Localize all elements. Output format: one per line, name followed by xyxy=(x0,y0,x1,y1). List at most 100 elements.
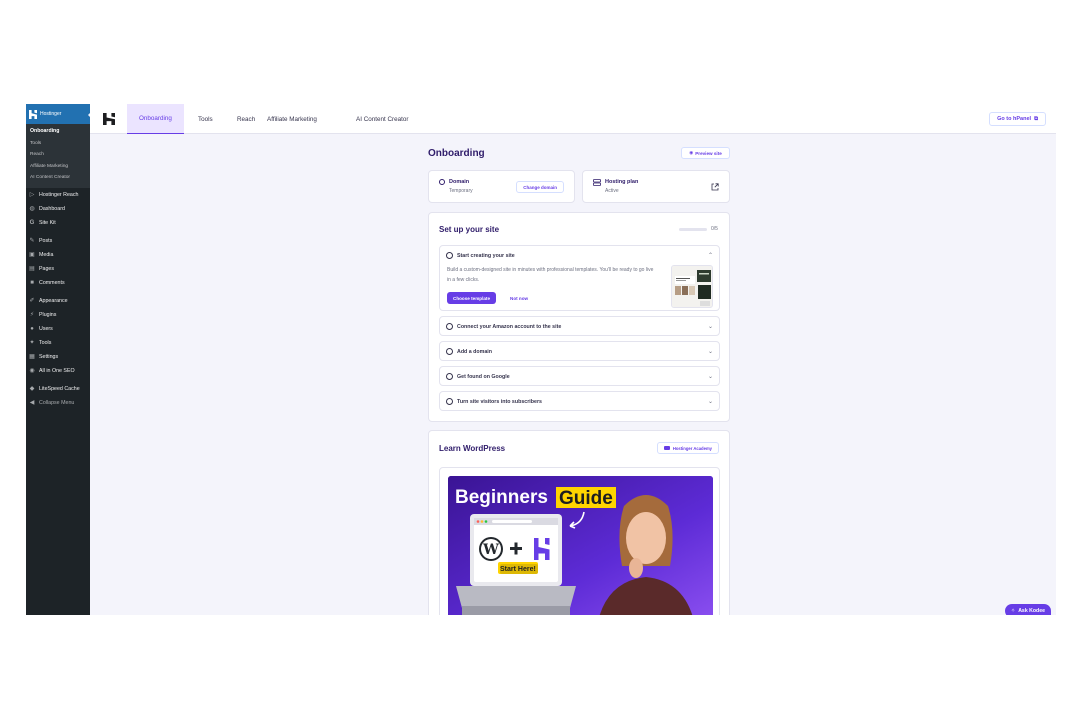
submenu-item-ai-content-creator[interactable]: AI Content Creator xyxy=(26,172,90,184)
domain-label: Domain xyxy=(449,179,470,185)
chevron-down-icon[interactable]: ⌄ xyxy=(708,323,713,330)
domain-card: Domain Temporary Change domain xyxy=(428,170,575,203)
user-icon: ● xyxy=(30,325,34,332)
sidebar-item-label: Plugins xyxy=(39,311,57,318)
sidebar-item-label: Media xyxy=(39,251,54,258)
server-icon xyxy=(593,179,601,186)
globe-icon xyxy=(439,179,445,185)
task-radio-icon[interactable] xyxy=(446,323,453,330)
sidebar-item-litespeed-cache[interactable]: ◆ LiteSpeed Cache xyxy=(26,382,90,396)
tab-affiliate-marketing[interactable]: Affiliate Marketing xyxy=(267,104,317,134)
task-description: Build a custom-designed site in minutes … xyxy=(447,267,654,283)
submenu-item-onboarding[interactable]: Onboarding xyxy=(26,126,90,138)
video-card: W Beginners Guide Start Here! xyxy=(439,467,720,615)
submenu-item-tools[interactable]: Tools xyxy=(26,138,90,150)
sidebar-item-settings[interactable]: ▦ Settings xyxy=(26,350,90,364)
wp-admin-sidebar: Hostinger Onboarding Tools Reach Affilia… xyxy=(26,104,92,615)
eye-icon: ◉ xyxy=(689,150,694,155)
video-thumbnail[interactable]: W Beginners Guide Start Here! xyxy=(448,476,713,615)
tab-reach[interactable]: Reach xyxy=(237,104,255,134)
pages-icon: ▤ xyxy=(29,266,35,272)
hostinger-logo-icon xyxy=(103,113,115,125)
plugin-icon: ⚡ xyxy=(29,312,35,318)
ask-kodee-button[interactable]: ✧ Ask Kodee xyxy=(1004,604,1051,615)
sidebar-item-label: Appearance xyxy=(39,297,68,304)
tab-ai-content-creator[interactable]: AI Content Creator xyxy=(356,104,409,134)
go-to-hpanel-button[interactable]: Go to hPanel ⧉ xyxy=(989,112,1046,126)
sidebar-item-label: Collapse Menu xyxy=(39,399,75,406)
sidebar-item-pages[interactable]: ▤ Pages xyxy=(26,262,90,276)
chevron-down-icon[interactable]: ⌄ xyxy=(708,348,713,355)
sidebar-item-label: Tools xyxy=(39,339,52,346)
task-visitors-subscribers[interactable]: Turn site visitors into subscribers ⌄ xyxy=(439,391,720,411)
task-connect-amazon[interactable]: Connect your Amazon account to the site ⌄ xyxy=(439,316,720,336)
plugin-topbar: Onboarding Tools Reach Affiliate Marketi… xyxy=(90,104,1056,134)
sidebar-item-hostinger-reach[interactable]: ▷ Hostinger Reach xyxy=(26,188,90,202)
app-frame: Hostinger Onboarding Tools Reach Affilia… xyxy=(26,104,1056,615)
hostinger-academy-button[interactable]: Hostinger Academy xyxy=(656,442,719,454)
chevron-down-icon[interactable]: ⌄ xyxy=(708,398,713,405)
collapse-menu-button[interactable]: ◀ Collapse Menu xyxy=(26,396,90,410)
sidebar-item-label: Users xyxy=(39,325,53,332)
external-link-icon[interactable] xyxy=(711,183,719,191)
change-domain-button[interactable]: Change domain xyxy=(516,181,564,193)
setup-site-card: Set up your site 0/5 Start creating your… xyxy=(428,212,730,422)
tab-tools[interactable]: Tools xyxy=(198,104,213,134)
chevron-up-icon[interactable]: ⌃ xyxy=(708,252,713,259)
sidebar-item-users[interactable]: ● Users xyxy=(26,322,90,336)
brush-icon: ✐ xyxy=(29,298,35,304)
start-here-sticker: Start Here! xyxy=(500,566,536,573)
task-radio-icon[interactable] xyxy=(446,373,453,380)
youtube-icon xyxy=(663,446,670,450)
sidebar-item-dashboard[interactable]: ◍ Dashboard xyxy=(26,202,90,216)
google-icon: G xyxy=(29,219,35,226)
task-header[interactable]: Start creating your site ⌃ xyxy=(440,246,719,265)
wrench-icon: ✦ xyxy=(29,340,35,346)
video-headline-2: Guide xyxy=(559,488,613,509)
svg-text:W: W xyxy=(482,542,499,558)
sidebar-item-media[interactable]: ▣ Media xyxy=(26,248,90,262)
task-title: Get found on Google xyxy=(457,373,510,380)
page-title: Onboarding xyxy=(428,148,485,159)
hosting-plan-status: Active xyxy=(605,188,619,194)
setup-title: Set up your site xyxy=(439,225,500,234)
sidebar-item-label: Comments xyxy=(39,279,65,286)
sidebar-item-label: Posts xyxy=(39,237,53,244)
learn-wordpress-card: Learn WordPress Hostinger Academy W Begi… xyxy=(428,430,730,615)
task-get-found-google[interactable]: Get found on Google ⌄ xyxy=(439,366,720,386)
sparkle-icon: ✧ xyxy=(1010,608,1016,614)
sidebar-item-site-kit[interactable]: G Site Kit xyxy=(26,216,90,230)
academy-button-label: Hostinger Academy xyxy=(672,445,712,451)
settings-icon: ▦ xyxy=(29,354,35,360)
sidebar-item-label: Settings xyxy=(39,353,59,360)
sidebar-item-plugins[interactable]: ⚡ Plugins xyxy=(26,308,90,322)
submenu-item-affiliate-marketing[interactable]: Affiliate Marketing xyxy=(26,161,90,173)
sidebar-item-label: All in One SEO xyxy=(39,367,75,374)
media-icon: ▣ xyxy=(29,252,35,258)
submenu-item-reach[interactable]: Reach xyxy=(26,149,90,161)
sidebar-item-label: Pages xyxy=(39,265,55,272)
sidebar-item-appearance[interactable]: ✐ Appearance xyxy=(26,294,90,308)
sidebar-item-tools[interactable]: ✦ Tools xyxy=(26,336,90,350)
setup-progress-bar xyxy=(679,228,707,231)
pin-icon: ✎ xyxy=(29,238,35,244)
hostinger-submenu: Onboarding Tools Reach Affiliate Marketi… xyxy=(26,124,90,188)
choose-template-button[interactable]: Choose template xyxy=(447,292,497,304)
reach-icon: ▷ xyxy=(29,192,35,198)
sidebar-item-posts[interactable]: ✎ Posts xyxy=(26,234,90,248)
not-now-button[interactable]: Not now xyxy=(510,292,528,304)
ask-kodee-label: Ask Kodee xyxy=(1018,608,1045,614)
preview-site-button[interactable]: ◉ Preview site xyxy=(681,147,730,159)
task-title: Add a domain xyxy=(457,348,493,355)
sidebar-item-all-in-one-seo[interactable]: ◉ All in One SEO xyxy=(26,364,90,378)
tab-onboarding[interactable]: Onboarding xyxy=(127,104,184,134)
sidebar-item-comments[interactable]: ■ Comments xyxy=(26,276,90,290)
chevron-down-icon[interactable]: ⌄ xyxy=(708,373,713,380)
hpanel-button-label: Go to hPanel xyxy=(997,116,1032,122)
sidebar-item-hostinger[interactable]: Hostinger xyxy=(26,104,92,124)
task-radio-icon[interactable] xyxy=(446,398,453,405)
task-radio-icon[interactable] xyxy=(446,348,453,355)
comment-icon: ■ xyxy=(30,279,34,286)
task-add-domain[interactable]: Add a domain ⌄ xyxy=(439,341,720,361)
task-radio-icon[interactable] xyxy=(446,252,453,259)
